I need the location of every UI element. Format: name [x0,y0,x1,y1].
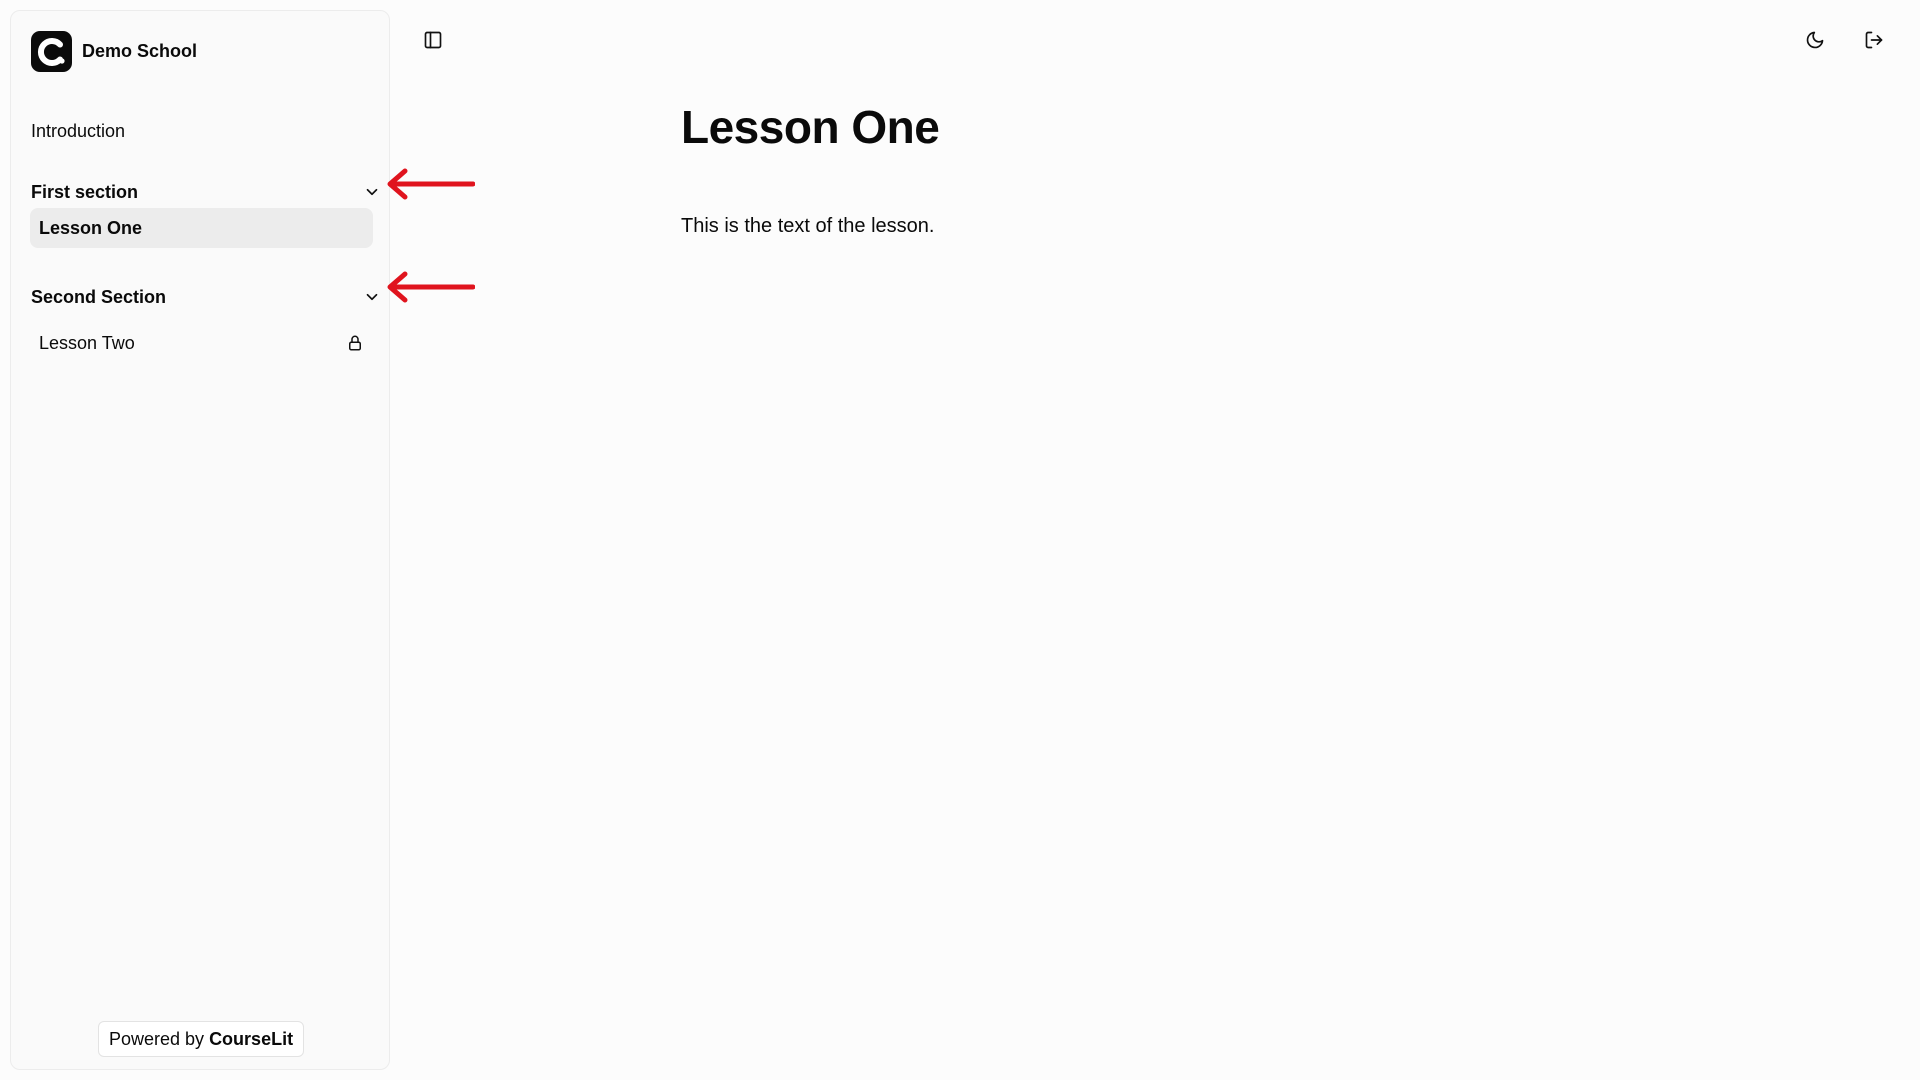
school-logo-icon [31,31,72,72]
sidebar: Demo School Introduction First section L… [10,10,390,1070]
lesson-title: Lesson Two [39,332,135,353]
section-title: First section [31,181,139,202]
school-name: Demo School [82,41,198,61]
powered-prefix: Powered by [109,1028,205,1049]
panel-left-icon [424,31,442,49]
powered-brand: CourseLit [209,1028,294,1049]
chevron-down-icon [366,293,378,301]
annotation-arrow-icon [387,168,475,200]
lesson-body-text: This is the text of the lesson. [681,215,935,237]
brand[interactable]: Demo School [31,31,197,72]
sidebar-item-introduction[interactable]: Introduction [31,121,125,142]
section-header-first[interactable]: First section [31,177,381,207]
lesson-item-two[interactable]: Lesson Two [30,323,373,363]
section-header-second[interactable]: Second Section [31,282,381,312]
sidebar-toggle-button[interactable] [416,23,450,57]
lesson-title: Lesson One [39,217,143,238]
annotation-arrow-icon [387,271,475,303]
theme-toggle-button[interactable] [1798,23,1832,57]
moon-icon [1806,31,1824,49]
lesson-title-heading: Lesson One [681,101,940,153]
chevron-down-icon [366,188,378,196]
powered-by-badge[interactable]: Powered by CourseLit [98,1021,305,1057]
logout-icon [1865,31,1883,49]
lock-icon [349,335,361,351]
lesson-item-one[interactable]: Lesson One [30,208,373,248]
logout-button[interactable] [1857,23,1891,57]
section-title: Second Section [31,286,167,307]
